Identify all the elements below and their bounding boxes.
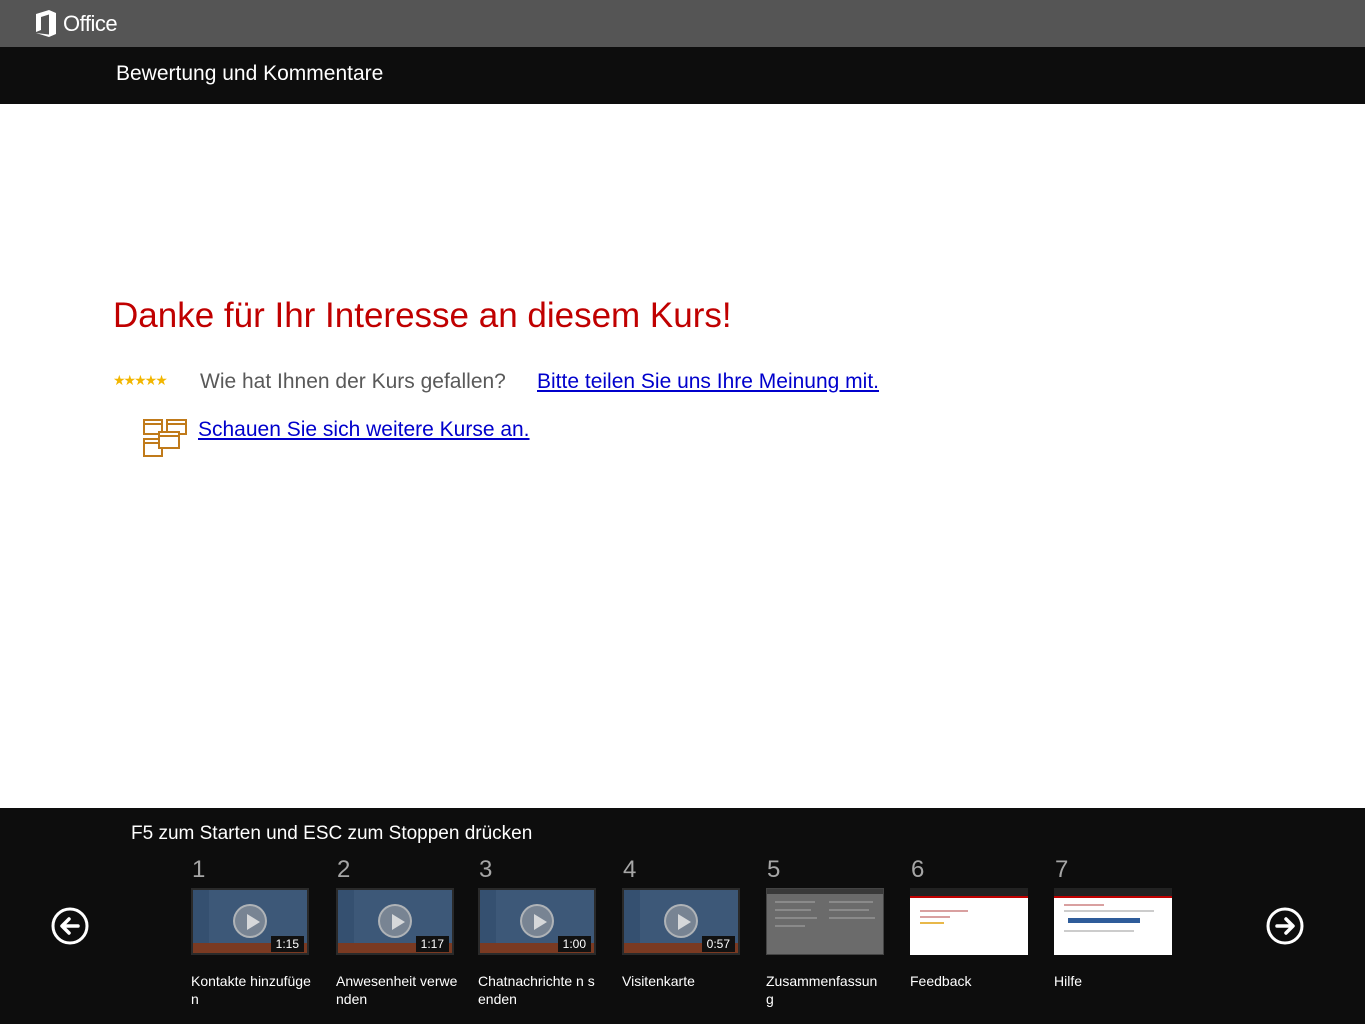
slide-preview[interactable]: 1:15 [191,888,309,955]
rating-stars-icon: ★★★★★ [113,372,168,388]
slide-number: 3 [479,856,493,883]
slide-thumb-2[interactable]: 2 1:17 Anwesenheit verwenden [336,856,458,1008]
office-brand-text: Office [63,11,118,36]
slide-thumb-4[interactable]: 4 0:57 Visitenkarte [622,856,742,990]
slide-preview[interactable]: 1:00 [478,888,596,955]
video-duration: 0:57 [701,936,735,952]
feedback-link[interactable]: Bitte teilen Sie uns Ihre Meinung mit. [537,370,879,394]
office-top-bar: Office [0,0,1365,47]
slide-number: 1 [192,856,206,883]
slide-preview[interactable] [766,888,884,955]
thank-you-heading: Danke für Ihr Interesse an diesem Kurs! [113,296,732,335]
play-icon [664,904,698,938]
slide-label: Zusammenfassun g [766,973,878,1007]
slide-label: Visitenkarte [622,973,695,989]
slide-thumb-1[interactable]: 1 1:15 Kontakte hinzufügen [191,856,311,1008]
slide-number: 7 [1055,856,1069,883]
play-icon [378,904,412,938]
slide-preview[interactable]: 0:57 [622,888,740,955]
video-duration: 1:00 [557,936,591,952]
arrow-right-circle-icon[interactable] [1266,907,1304,945]
slide-number: 5 [767,856,781,883]
play-icon [520,904,554,938]
title-bar: Bewertung und Kommentare [0,47,1365,104]
slide-number: 4 [623,856,637,883]
slide-navigation-panel: F5 zum Starten und ESC zum Stoppen drück… [0,808,1365,1024]
slide-thumb-5[interactable]: 5 Zusammenfassun g [766,856,886,1008]
video-duration: 1:15 [270,936,304,952]
slide-label: Hilfe [1054,973,1083,989]
keyboard-hint: F5 zum Starten und ESC zum Stoppen drück… [131,823,533,844]
slide-preview[interactable] [910,888,1028,955]
slide-thumb-6[interactable]: 6 Feedback [910,856,1030,990]
more-courses-link[interactable]: Schauen Sie sich weitere Kurse an. [198,416,538,443]
slide-preview[interactable]: 1:17 [336,888,454,955]
windows-stack-icon [143,419,187,457]
slide-preview[interactable] [1054,888,1172,955]
slide-label: Feedback [910,973,972,989]
play-icon [233,904,267,938]
slide-thumb-3[interactable]: 3 1:00 Chatnachrichte n senden [478,856,598,1008]
video-duration: 1:17 [415,936,449,952]
slide-label: Kontakte hinzufügen [191,973,311,1007]
slide-number: 2 [337,856,351,883]
slide-label: Anwesenheit verwenden [336,973,458,1007]
page-title: Bewertung und Kommentare [116,62,384,85]
slide-number: 6 [911,856,925,883]
rating-question: Wie hat Ihnen der Kurs gefallen? [200,370,506,393]
office-logo-icon [36,10,56,37]
arrow-left-circle-icon[interactable] [51,907,89,945]
slide-thumb-7[interactable]: 7 Hilfe [1054,856,1174,990]
slide-label: Chatnachrichte n senden [478,973,595,1007]
